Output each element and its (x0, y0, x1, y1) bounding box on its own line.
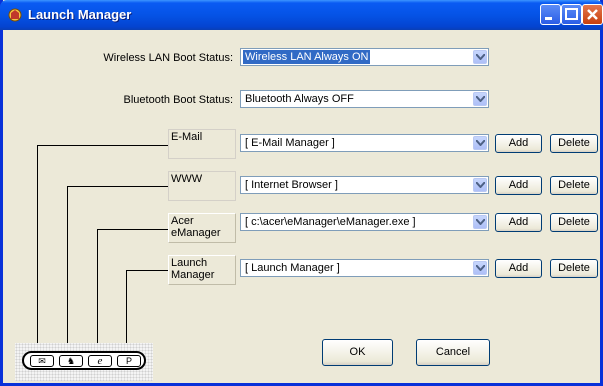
wireless-label: Wireless LAN Boot Status: (103, 52, 233, 64)
maximize-button[interactable] (561, 4, 582, 25)
close-button[interactable] (582, 4, 603, 25)
www-program-value: [ Internet Browser ] (245, 179, 338, 191)
www-icon: ♞ (59, 355, 83, 367)
program-name-launch-manager: Launch Manager (168, 255, 236, 285)
email-delete-button[interactable]: Delete (550, 134, 598, 153)
bluetooth-value: Bluetooth Always OFF (245, 93, 354, 105)
cancel-button[interactable]: Cancel (416, 339, 490, 366)
bluetooth-select[interactable]: Bluetooth Always OFF (240, 90, 489, 108)
emanager-program-select[interactable]: [ c:\acer\eManager\eManager.exe ] (240, 213, 489, 231)
connector-line (37, 145, 38, 353)
p-icon: P (117, 355, 141, 367)
mail-icon: ✉ (30, 355, 54, 367)
maximize-icon (565, 8, 578, 20)
emanager-add-button[interactable]: Add (495, 213, 542, 232)
emanager-program-value: [ c:\acer\eManager\eManager.exe ] (245, 216, 416, 228)
www-delete-button[interactable]: Delete (550, 176, 598, 195)
chevron-down-icon[interactable] (473, 92, 487, 106)
bluetooth-label: Bluetooth Boot Status: (123, 94, 233, 106)
chevron-down-icon[interactable] (473, 136, 487, 150)
launch-manager-program-value: [ Launch Manager ] (245, 262, 340, 274)
connector-line (97, 229, 98, 353)
launch-manager-program-select[interactable]: [ Launch Manager ] (240, 259, 489, 277)
title-bar: Launch Manager (0, 0, 603, 30)
www-program-select[interactable]: [ Internet Browser ] (240, 176, 489, 194)
chevron-down-icon[interactable] (473, 215, 487, 229)
app-icon (8, 8, 22, 22)
launch-manager-delete-button[interactable]: Delete (550, 259, 598, 278)
minimize-button[interactable] (540, 4, 561, 25)
wireless-value: Wireless LAN Always ON (243, 50, 371, 64)
minimize-icon (545, 17, 552, 20)
www-add-button[interactable]: Add (495, 176, 542, 195)
connector-line (67, 186, 170, 187)
program-name-email: E-Mail (168, 129, 236, 159)
chevron-down-icon[interactable] (473, 261, 487, 275)
chevron-down-icon[interactable] (473, 50, 487, 64)
program-name-www: WWW (168, 171, 236, 201)
wireless-select[interactable]: Wireless LAN Always ON (240, 48, 489, 66)
emanager-delete-button[interactable]: Delete (550, 213, 598, 232)
connector-line (97, 229, 170, 230)
connector-line (67, 186, 68, 353)
launch-manager-add-button[interactable]: Add (495, 259, 542, 278)
connector-line (37, 145, 170, 146)
email-program-value: [ E-Mail Manager ] (245, 137, 335, 149)
connector-line (126, 270, 170, 271)
launch-keys-illustration: ✉ ♞ e P (15, 343, 153, 381)
program-name-acer-emanager: Acer eManager (168, 213, 236, 243)
ok-button[interactable]: OK (322, 339, 393, 366)
connector-line (126, 270, 127, 353)
chevron-down-icon[interactable] (473, 178, 487, 192)
launch-keys-bar: ✉ ♞ e P (22, 351, 146, 370)
window-title: Launch Manager (28, 7, 132, 22)
close-icon (587, 9, 598, 20)
email-add-button[interactable]: Add (495, 134, 542, 153)
email-program-select[interactable]: [ E-Mail Manager ] (240, 134, 489, 152)
launch-manager-window: Launch Manager Wireless LAN Boot Status:… (0, 0, 603, 386)
e-icon: e (88, 355, 112, 367)
